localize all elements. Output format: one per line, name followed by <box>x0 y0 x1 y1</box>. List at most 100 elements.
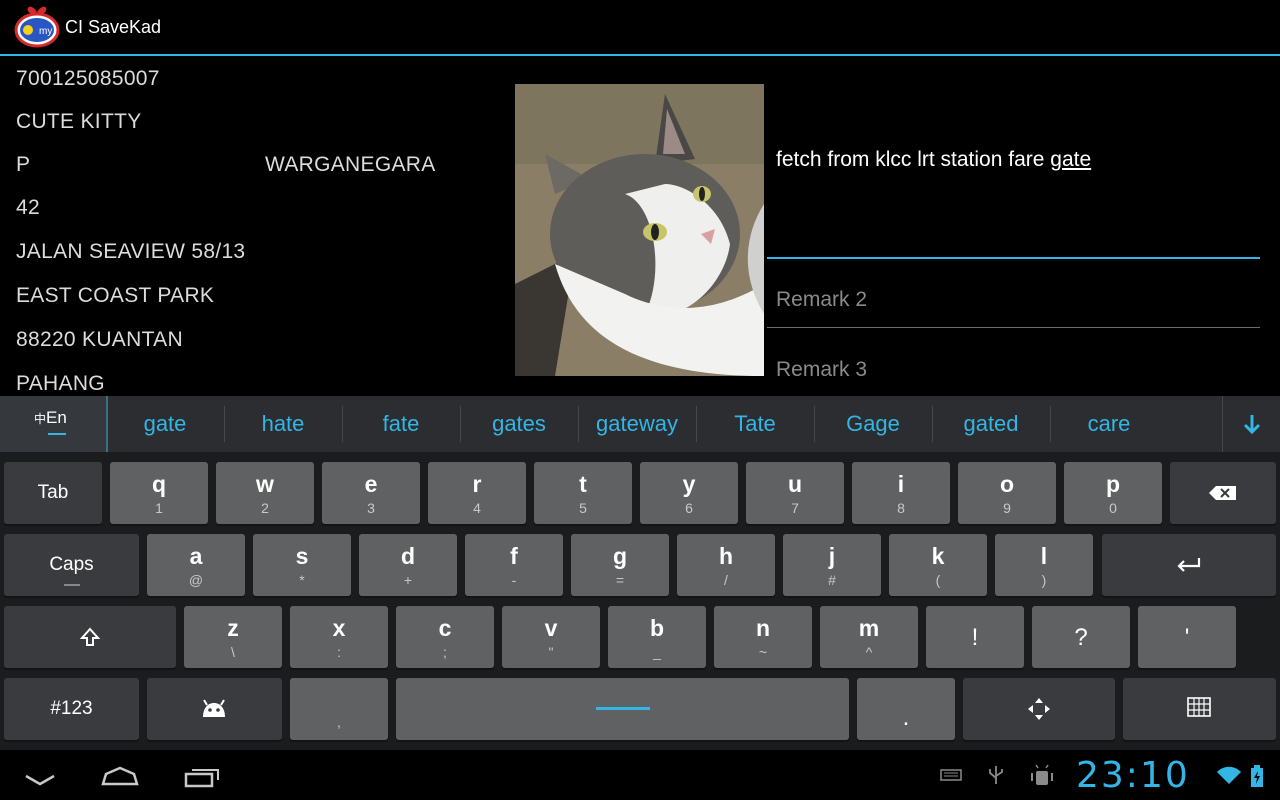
key-secondary-label: \ <box>231 644 235 660</box>
suggestion-8[interactable]: care <box>1050 396 1168 452</box>
keyboard-status-icon <box>940 769 962 781</box>
suggestion-6[interactable]: Gage <box>814 396 932 452</box>
suggestion-bar: 中En gate hate fate gates gateway Tate Gage gate… <box>0 396 1280 452</box>
expand-suggestions-button[interactable] <box>1222 396 1280 452</box>
remark-2-field[interactable]: Remark 2 <box>767 280 1260 332</box>
suggestion-separator <box>696 406 697 442</box>
key-b[interactable]: b _ <box>608 606 706 668</box>
key-s[interactable]: s * <box>253 534 351 596</box>
key-secondary-label: + <box>403 572 413 588</box>
key-a[interactable]: a @ <box>147 534 245 596</box>
android-debug-icon <box>1031 764 1053 785</box>
cursor-move-key[interactable] <box>963 678 1115 740</box>
caps-key-label: Caps <box>49 554 94 575</box>
language-switch-label: 中En <box>34 408 67 427</box>
move-cursor-icon <box>1028 698 1050 720</box>
caps-key[interactable]: Caps <box>4 534 139 596</box>
app-title: CI SaveKad <box>65 17 162 37</box>
backspace-key[interactable] <box>1170 462 1276 524</box>
key-label: h <box>718 543 734 569</box>
key-label: n <box>755 615 771 641</box>
key-y[interactable]: y6 <box>640 462 738 524</box>
wifi-icon <box>1217 766 1241 784</box>
key-k[interactable]: k( <box>889 534 987 596</box>
remark-1-field[interactable]: fetch from klcc lrt station fare gate <box>767 140 1260 262</box>
svg-text:my: my <box>39 26 52 37</box>
key-label: g <box>612 543 628 569</box>
enter-icon <box>1177 558 1201 572</box>
key-j[interactable]: j # <box>783 534 881 596</box>
key-punct-0[interactable]: ! <box>926 606 1024 668</box>
suggestion-5[interactable]: Tate <box>696 396 814 452</box>
recent-apps-icon[interactable] <box>182 766 222 788</box>
key-g[interactable]: g = <box>571 534 669 596</box>
suggestion-0[interactable]: gate <box>106 396 224 452</box>
key-r[interactable]: r4 <box>428 462 526 524</box>
comma-key[interactable]: , <box>290 678 388 740</box>
key-secondary-label: ) <box>1041 572 1047 588</box>
key-label: w <box>256 471 274 497</box>
key-v[interactable]: v " <box>502 606 600 668</box>
language-indicator <box>48 433 66 435</box>
suggestion-7[interactable]: gated <box>932 396 1050 452</box>
key-label: o <box>999 471 1015 497</box>
key-secondary-label: = <box>615 572 625 588</box>
enter-key[interactable] <box>1102 534 1276 596</box>
key-p[interactable]: p0 <box>1064 462 1162 524</box>
language-switch-button[interactable]: 中En <box>0 396 108 452</box>
tab-key[interactable]: Tab <box>4 462 102 524</box>
key-punct-1[interactable]: ? <box>1032 606 1130 668</box>
status-clock: 23:10 <box>1076 755 1190 796</box>
home-icon[interactable] <box>100 764 140 788</box>
remark-1-value: fetch from klcc lrt station fare gate <box>776 148 1092 171</box>
key-secondary-label: _ <box>653 644 661 660</box>
key-x[interactable]: x: <box>290 606 388 668</box>
key-u[interactable]: u7 <box>746 462 844 524</box>
key-f[interactable]: f- <box>465 534 563 596</box>
app-logo-icon[interactable]: my <box>14 4 60 48</box>
remark-3-placeholder: Remark 3 <box>776 358 868 381</box>
suggestion-3[interactable]: gates <box>460 396 578 452</box>
key-o[interactable]: o9 <box>958 462 1056 524</box>
key-punct-2[interactable]: ' <box>1138 606 1236 668</box>
key-w[interactable]: w2 <box>216 462 314 524</box>
suggestion-2[interactable]: fate <box>342 396 460 452</box>
key-label: r <box>472 471 482 497</box>
key-label: p <box>1105 471 1121 497</box>
space-key[interactable] <box>396 678 849 740</box>
key-secondary-label: / <box>724 572 728 588</box>
key-d[interactable]: d + <box>359 534 457 596</box>
key-t[interactable]: t5 <box>534 462 632 524</box>
period-key[interactable]: . <box>857 678 955 740</box>
suggestion-separator <box>224 406 225 442</box>
remark-3-field[interactable]: Remark 3 <box>767 350 1260 390</box>
suggestion-1[interactable]: hate <box>224 396 342 452</box>
symbols-key[interactable]: #123 <box>4 678 139 740</box>
key-e[interactable]: e3 <box>322 462 420 524</box>
key-secondary-label: " <box>548 644 554 660</box>
key-c[interactable]: c; <box>396 606 494 668</box>
key-secondary-label: ~ <box>758 644 768 660</box>
shift-key[interactable] <box>4 606 176 668</box>
key-label: ! <box>971 624 979 651</box>
key-n[interactable]: n ~ <box>714 606 812 668</box>
keyboard-settings-key[interactable] <box>1123 678 1276 740</box>
action-bar-divider <box>0 54 1280 56</box>
key-z[interactable]: z \ <box>184 606 282 668</box>
key-l[interactable]: l) <box>995 534 1093 596</box>
key-m[interactable]: m ^ <box>820 606 918 668</box>
key-q[interactable]: q1 <box>110 462 208 524</box>
suggestion-separator <box>342 406 343 442</box>
arrow-down-icon <box>1243 415 1261 435</box>
key-secondary-label: - <box>511 572 517 588</box>
key-h[interactable]: h / <box>677 534 775 596</box>
citizenship: WARGANEGARA <box>265 153 436 176</box>
soft-keyboard: 中En gate hate fate gates gateway Tate Gage gate… <box>0 396 1280 750</box>
key-i[interactable]: i8 <box>852 462 950 524</box>
voice-input-key[interactable] <box>147 678 282 740</box>
suggestion-4[interactable]: gateway <box>578 396 696 452</box>
back-icon[interactable] <box>20 770 60 790</box>
key-secondary-label: 5 <box>579 500 587 516</box>
key-label: d <box>400 543 416 569</box>
suggestion-separator <box>1050 406 1051 442</box>
